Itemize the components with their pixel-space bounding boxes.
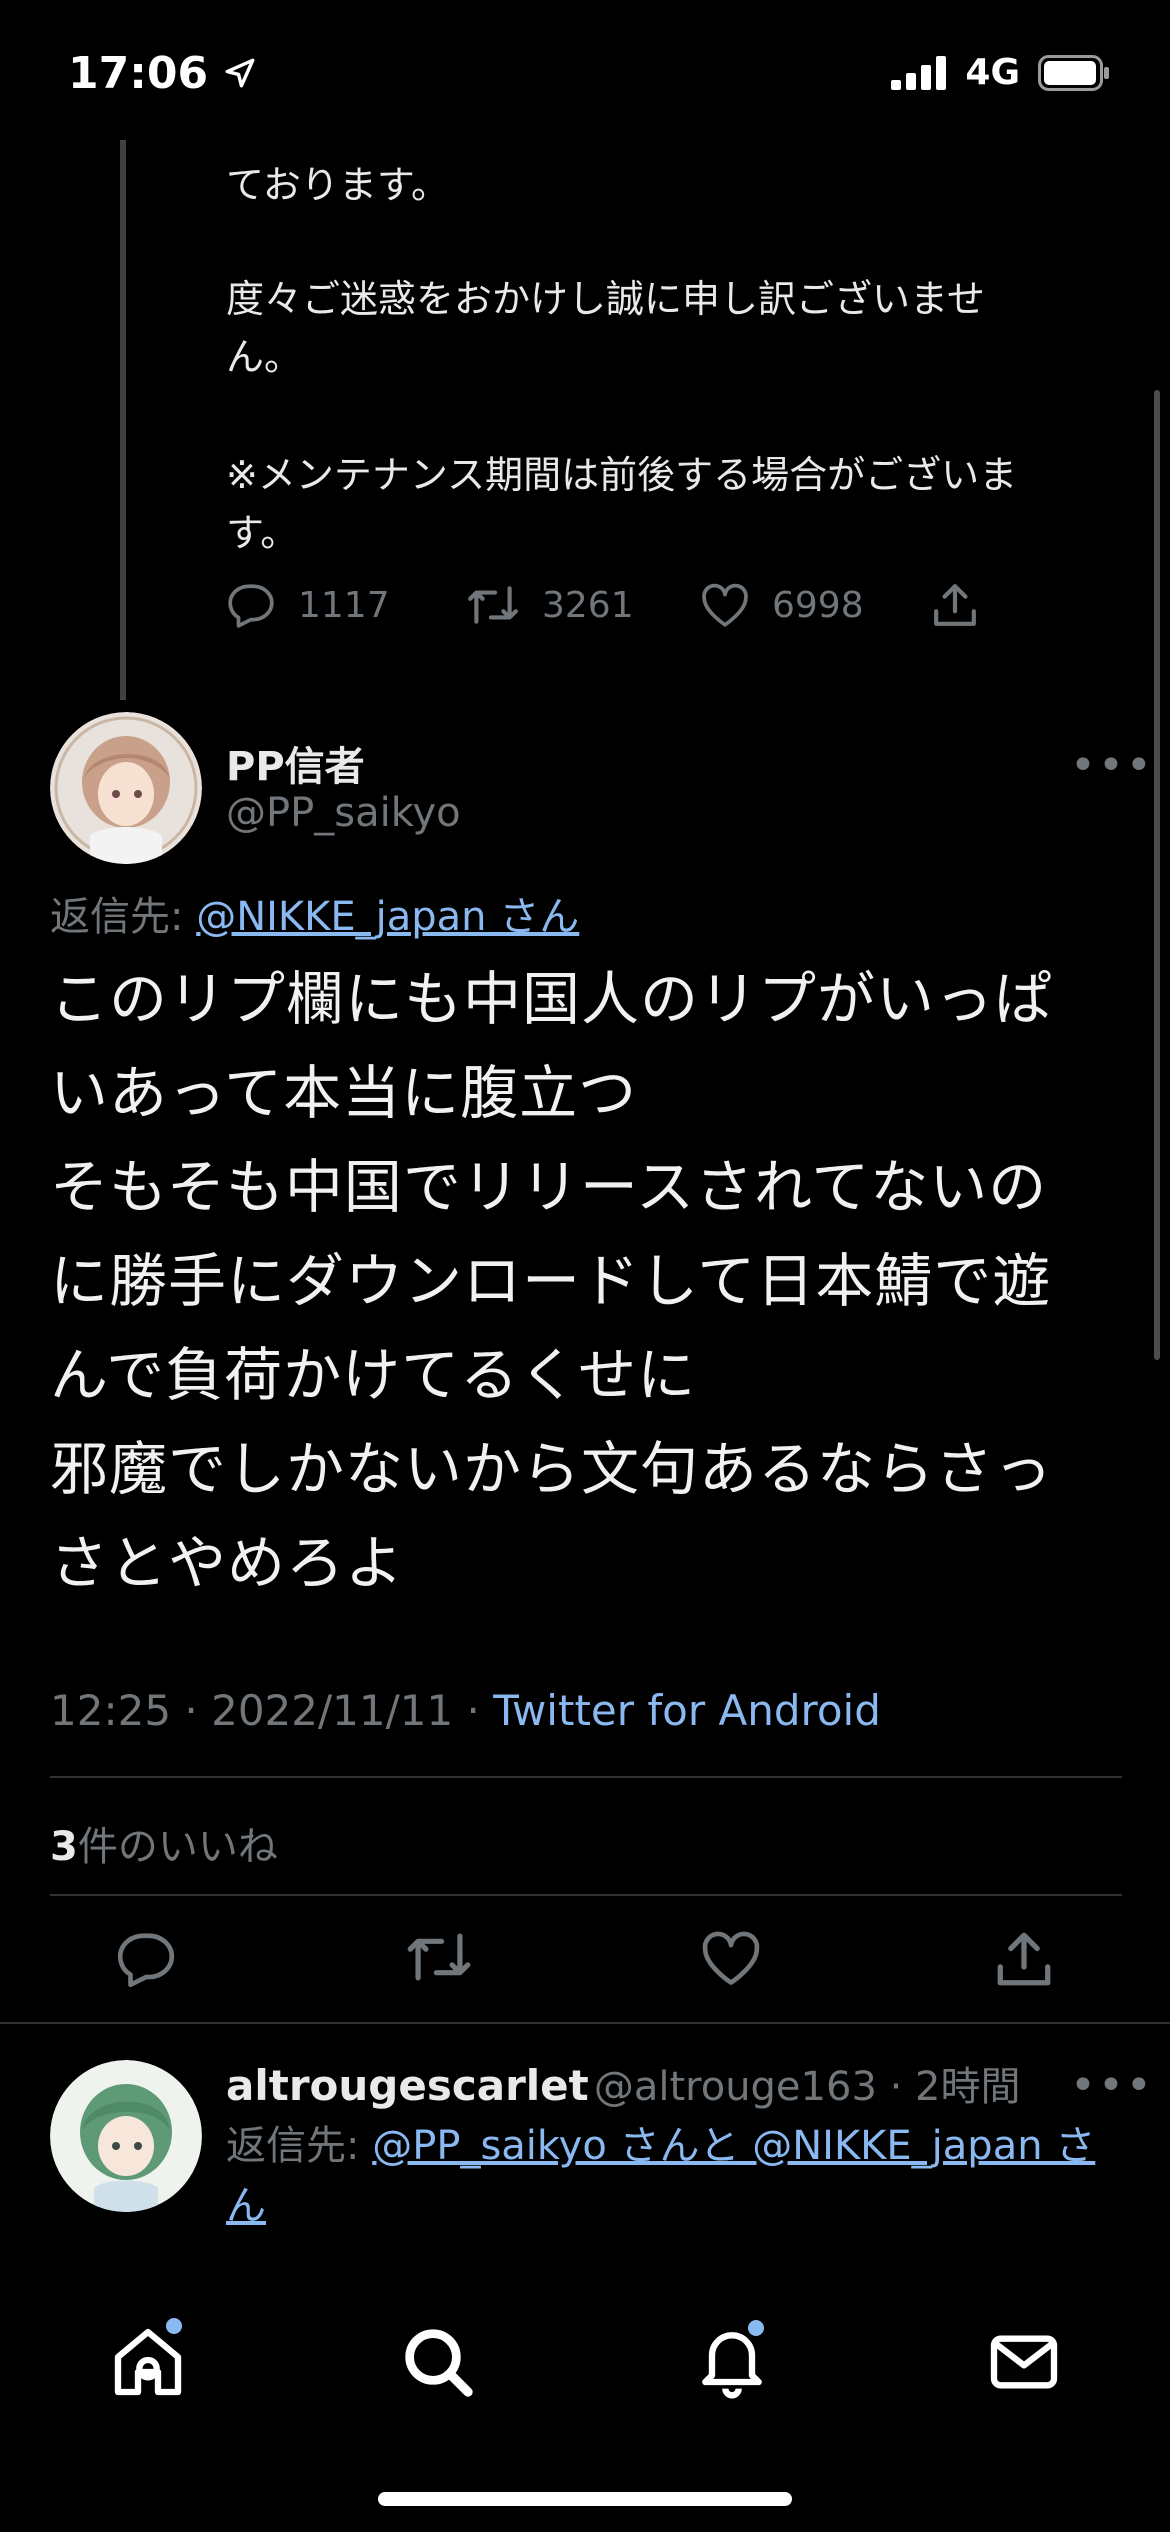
status-time-text: 17:06 [68,48,209,99]
tab-home[interactable] [108,2318,188,2402]
notifications-badge-dot [748,2320,764,2336]
display-name[interactable]: PP信者 [226,734,365,792]
network-label: 4G [965,52,1020,93]
tweet-line: 邪魔でしかないから文句あるならさっ [50,1435,1054,1503]
tab-search[interactable] [398,2322,478,2402]
reply-reply-to: 返信先: @PP_saikyo さんと @NIKKE_japan さ ん [226,2116,1095,2236]
reply-avatar[interactable] [50,2060,202,2212]
tweet-time: 12:25 [50,1686,172,1735]
like-button[interactable] [585,1930,878,1988]
reply-icon [228,584,274,628]
tweet-line: このリプ欄にも中国人のリプがいっぱ [50,965,1054,1033]
tweet-text: このリプ欄にも中国人のリプがいっぱ いあって本当に腹立つ そもそも中国でリリース… [50,952,1130,1610]
divider [50,1776,1122,1778]
status-time: 17:06 [68,48,257,99]
reply-header: altrougescarlet @altrouge163 · 2時間 [226,2061,1021,2110]
share-icon [997,1932,1051,1986]
prev-tweet-line: 度々ご迷惑をおかけし誠に申し訳ございませ [226,277,985,321]
retweet-button[interactable] [293,1930,586,1988]
like-count: 6998 [772,584,864,626]
status-bar: 17:06 4G [0,0,1170,140]
likes-count: 3 [50,1824,78,1870]
tab-notifications[interactable] [692,2320,772,2402]
like-button[interactable]: 6998 [700,583,932,627]
search-icon [405,2329,473,2397]
avatar[interactable] [50,712,202,864]
tweet-meta: 12:25 · 2022/11/11 · Twitter for Android [50,1686,881,1735]
prev-tweet-line: ております。 [226,163,450,207]
share-icon [934,584,976,626]
retweet-icon [407,1933,471,1981]
tweet-line: さとやめろよ [50,1529,405,1597]
retweet-button[interactable]: 3261 [466,584,700,626]
scrollbar[interactable] [1154,390,1160,1360]
prev-tweet-line: ※メンテナンス期間は前後する場合がございま [226,453,1018,497]
tweet-line: んで負荷かけてるくせに [50,1341,697,1409]
like-icon [702,583,748,627]
tweet-line: に勝手にダウンロードして日本鯖で遊 [50,1247,1052,1315]
home-indicator[interactable] [378,2492,792,2506]
likes-summary[interactable]: 3件のいいね [50,1814,278,1872]
more-icon[interactable]: ••• [1070,740,1154,791]
reply-button[interactable]: 1117 [226,582,466,628]
retweet-count: 3261 [542,584,634,626]
location-arrow-icon [225,58,255,88]
reply-to: 返信先: @NIKKE_japan さん [50,884,579,942]
reply-to-link[interactable]: ん [226,2183,266,2229]
tweet-line: そもそも中国でリリースされてないの [50,1153,1048,1221]
reply-to-prefix: 返信先: [50,894,197,940]
share-button[interactable] [932,582,978,628]
reply-time: 2時間 [915,2064,1021,2110]
reply-to-prefix: 返信先: [226,2123,373,2169]
reply-icon [118,1933,175,1988]
tweet-actions [0,1930,1170,1988]
prev-tweet-actions: 1117 3261 6998 [226,582,978,628]
reply-display-name[interactable]: altrougescarlet [226,2061,589,2110]
reply-count: 1117 [298,584,390,626]
tweet-client[interactable]: Twitter for Android [493,1686,881,1735]
prev-tweet-line: す。 [226,511,299,555]
user-handle[interactable]: @PP_saikyo [226,790,461,836]
signal-icon [891,55,947,90]
home-badge-dot [166,2318,182,2334]
more-icon[interactable]: ••• [1070,2060,1154,2111]
share-button[interactable] [878,1930,1170,1988]
reply-to-link[interactable]: @NIKKE_japan さん [196,894,579,940]
likes-label: 件のいいね [77,1824,278,1870]
reply-handle[interactable]: @altrouge163 [594,2064,877,2110]
messages-icon [990,2335,1058,2389]
divider [0,2022,1170,2024]
divider [50,1894,1122,1896]
retweet-icon [468,586,518,624]
thread-line [120,140,126,700]
home-icon [114,2328,182,2396]
prev-tweet-line: ん。 [226,335,303,379]
tweet-date: 2022/11/11 [211,1686,454,1735]
battery-icon [1038,54,1109,91]
status-right: 4G [891,52,1110,93]
reply-to-link[interactable]: @PP_saikyo さんと @NIKKE_japan さ [372,2123,1095,2169]
like-icon [702,1931,760,1985]
tab-messages[interactable] [984,2322,1064,2402]
reply-button[interactable] [0,1930,293,1988]
tweet-line: いあって本当に腹立つ [50,1059,638,1127]
